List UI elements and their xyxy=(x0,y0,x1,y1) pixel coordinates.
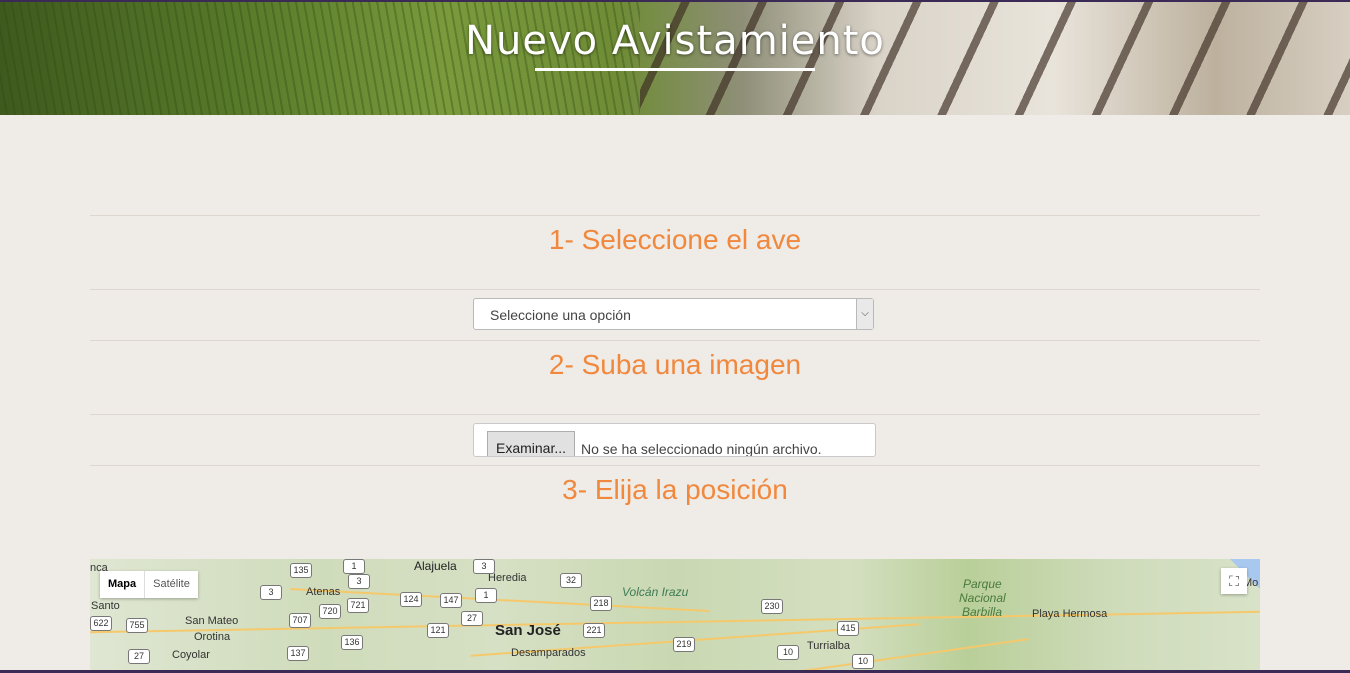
map-label: Turrialba xyxy=(807,640,850,652)
file-status: No se ha seleccionado ningún archivo. xyxy=(581,441,822,457)
header-banner: Nuevo Avistamiento xyxy=(0,0,1350,115)
route-shield: 3 xyxy=(348,574,370,589)
map-label: Coyolar xyxy=(172,649,210,661)
map-type-satellite-button[interactable]: Satélite xyxy=(145,571,198,598)
page-title: Nuevo Avistamiento xyxy=(465,18,885,64)
route-shield: 219 xyxy=(673,637,695,652)
divider xyxy=(90,465,1260,466)
route-shield: 1 xyxy=(475,588,497,603)
section-heading-bird: 1- Seleccione el ave xyxy=(548,224,802,255)
map-label: Santo xyxy=(91,600,120,612)
route-shield: 3 xyxy=(473,559,495,574)
map-label: Volcán Irazu xyxy=(622,585,689,599)
map-label: Alajuela xyxy=(414,559,457,573)
route-shield: 3 xyxy=(260,585,282,600)
chevron-down-icon[interactable]: ⌵ xyxy=(856,299,873,329)
route-shield: 147 xyxy=(440,593,462,608)
map-label: Desamparados xyxy=(511,647,586,659)
map-label: Playa Hermosa xyxy=(1032,608,1108,620)
route-shield: 622 xyxy=(90,616,112,631)
map-label: Orotina xyxy=(194,631,231,643)
map-type-map-button[interactable]: Mapa xyxy=(100,571,146,598)
divider xyxy=(90,414,1260,415)
route-shield: 218 xyxy=(590,596,612,611)
route-shield: 415 xyxy=(837,621,859,636)
route-shield: 755 xyxy=(126,618,148,633)
map-label: San Mateo xyxy=(185,615,239,627)
route-shield: 121 xyxy=(427,623,449,638)
image-file-input[interactable]: Examinar... No se ha seleccionado ningún… xyxy=(473,423,876,457)
route-shield: 124 xyxy=(400,592,422,607)
route-shield: 137 xyxy=(287,646,309,661)
location-map[interactable]: Alajuela Heredia Volcán Irazu Parque Nac… xyxy=(90,559,1260,673)
map-label: San José xyxy=(495,622,561,639)
map-label: Heredia xyxy=(488,572,527,584)
map-label: Parque xyxy=(963,577,1002,591)
route-shield: 720 xyxy=(319,604,341,619)
route-shield: 721 xyxy=(347,598,369,613)
top-border xyxy=(0,0,1350,2)
section-heading-position: 3- Elija la posición xyxy=(562,474,788,505)
divider xyxy=(90,289,1260,290)
route-shield: 707 xyxy=(289,613,311,628)
route-shield: 135 xyxy=(290,563,312,578)
bird-select[interactable]: Seleccione una opción ⌵ xyxy=(473,298,874,330)
section-heading-image: 2- Suba una imagen xyxy=(548,349,802,380)
route-shield: 32 xyxy=(560,573,582,588)
divider xyxy=(90,340,1260,341)
browse-button[interactable]: Examinar... xyxy=(487,431,575,456)
route-shield: 10 xyxy=(852,654,874,669)
route-shield: 230 xyxy=(761,599,783,614)
route-shield: 1 xyxy=(343,559,365,574)
map-label: Atenas xyxy=(306,586,341,598)
route-shield: 27 xyxy=(461,611,483,626)
title-underline xyxy=(535,68,815,71)
bird-select-value: Seleccione una opción xyxy=(490,307,631,323)
map-road xyxy=(731,638,1029,673)
route-shield: 221 xyxy=(583,623,605,638)
divider xyxy=(90,215,1260,216)
map-label: Nacional xyxy=(959,591,1006,605)
map-label: Barbilla xyxy=(962,605,1003,619)
map-type-control: Mapa Satélite xyxy=(100,571,198,598)
route-shield: 27 xyxy=(128,649,150,664)
fullscreen-icon[interactable]: ⛶ xyxy=(1221,568,1247,594)
route-shield: 10 xyxy=(777,645,799,660)
route-shield: 136 xyxy=(341,635,363,650)
